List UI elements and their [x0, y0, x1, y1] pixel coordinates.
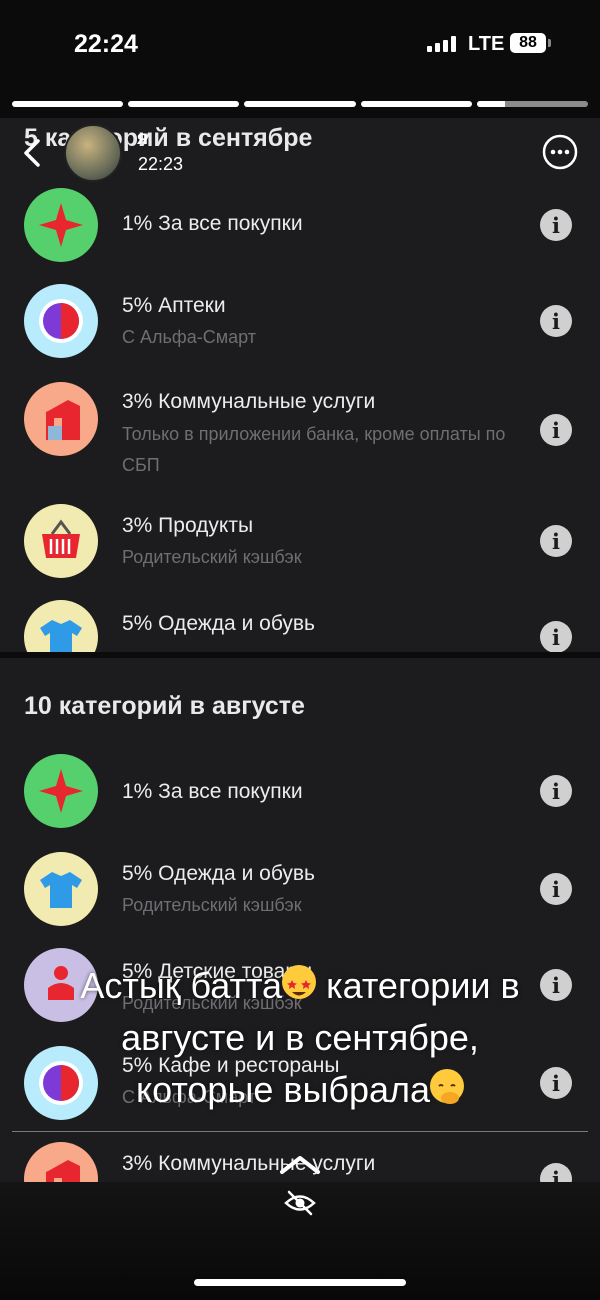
- pharmacy-icon: [24, 284, 98, 358]
- hand-over-mouth-emoji-icon: [430, 1069, 465, 1104]
- tshirt-icon: [24, 852, 98, 926]
- category-subtitle: Родительский кэшбэк: [122, 895, 302, 915]
- status-bar: 22:24 LTE 88: [0, 0, 600, 90]
- section-title: 10 категорий в августе: [24, 692, 305, 720]
- info-icon[interactable]: i: [540, 305, 572, 337]
- category-subtitle: С Альфа-Смарт: [122, 327, 256, 347]
- caption-text: категории в: [316, 965, 520, 1006]
- category-subtitle: Только в приложении банка, кроме оплаты …: [122, 424, 506, 475]
- segment-fill: [476, 101, 505, 107]
- user-name[interactable]: я: [137, 128, 148, 150]
- story-caption: Астық батта категории в августе и в сент…: [0, 960, 600, 1116]
- house-icon: [24, 382, 98, 456]
- basket-icon: [24, 504, 98, 578]
- caption-text: которые выбрала: [135, 1069, 431, 1110]
- star-icon: [24, 754, 98, 828]
- caption-text: Астық батта: [80, 965, 283, 1006]
- caption-line: которые выбрала: [0, 1064, 600, 1116]
- post-time: 22:23: [138, 154, 184, 174]
- category-title: 5% Одежда и обувь: [122, 612, 315, 635]
- story-segment: [360, 101, 472, 107]
- house-icon: [24, 1142, 98, 1182]
- segment-fill: [244, 101, 356, 107]
- story-segment: [128, 101, 240, 107]
- story-segment: [476, 101, 589, 107]
- caption-line: августе и в сентябре,: [121, 1017, 479, 1058]
- info-icon[interactable]: i: [540, 621, 572, 652]
- segment-fill: [360, 101, 472, 107]
- battery-icon: 88: [510, 33, 546, 53]
- divider: [12, 1131, 588, 1132]
- segment-fill: [128, 101, 240, 107]
- caption-line: Астық батта категории в: [0, 960, 600, 1012]
- home-indicator[interactable]: [194, 1279, 406, 1286]
- story-segment: [12, 101, 124, 107]
- category-title: 1% За все покупки: [122, 212, 303, 235]
- september-card: 5 категорий в сентябре 1% За все покупки…: [0, 118, 600, 652]
- category-subtitle: Родительский кэшбэк: [122, 547, 302, 567]
- eye-off-icon[interactable]: [284, 1190, 316, 1216]
- chevron-up-icon[interactable]: [276, 1152, 324, 1178]
- info-icon[interactable]: i: [540, 525, 572, 557]
- category-title: 3% Коммунальные услуги: [122, 1152, 376, 1175]
- signal-icon: [427, 36, 456, 52]
- tshirt-icon: [24, 600, 98, 652]
- segment-fill: [12, 101, 124, 107]
- clock: 22:24: [74, 30, 138, 58]
- story-progress: [12, 101, 589, 107]
- category-title: 3% Коммунальные услуги: [122, 390, 376, 413]
- more-icon[interactable]: [542, 134, 578, 170]
- info-icon[interactable]: i: [540, 1163, 572, 1182]
- back-icon[interactable]: [16, 136, 50, 170]
- info-icon[interactable]: i: [540, 873, 572, 905]
- category-title: 1% За все покупки: [122, 780, 303, 803]
- battery-tip: [548, 39, 551, 47]
- category-title: 5% Аптеки: [122, 294, 226, 317]
- category-title: 3% Продукты: [122, 514, 254, 537]
- info-icon[interactable]: i: [540, 414, 572, 446]
- info-icon[interactable]: i: [540, 209, 572, 241]
- network-type: LTE: [468, 33, 505, 55]
- info-icon[interactable]: i: [540, 775, 572, 807]
- star-icon: [24, 188, 98, 262]
- story-segment: [244, 101, 356, 107]
- category-title: 5% Одежда и обувь: [122, 862, 315, 885]
- avatar[interactable]: [64, 124, 122, 182]
- star-struck-emoji-icon: [282, 965, 317, 999]
